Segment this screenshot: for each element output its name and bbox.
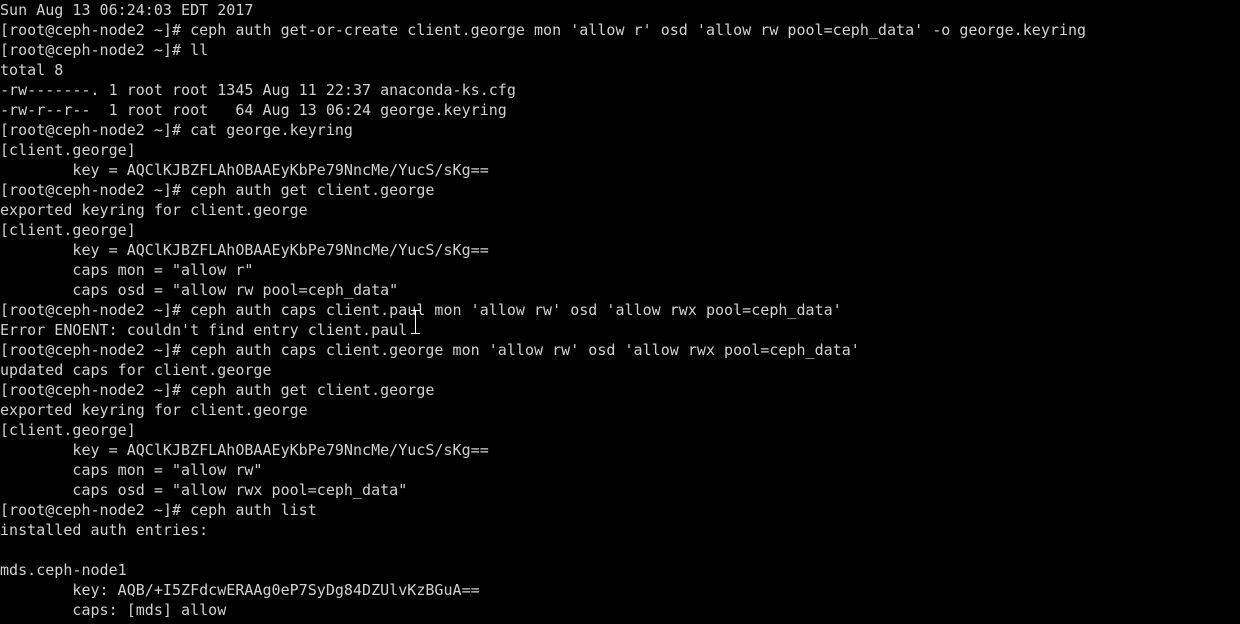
terminal-line: caps osd = "allow rwx pool=ceph_data" — [0, 481, 408, 499]
terminal-line: [root@ceph-node2 ~]# cat george.keyring — [0, 121, 353, 139]
terminal-line: caps mon = "allow r" — [0, 261, 254, 279]
terminal-screen[interactable]: Sun Aug 13 06:24:03 EDT 2017 [root@ceph-n… — [0, 0, 1240, 620]
terminal-line: exported keyring for client.george — [0, 201, 308, 219]
terminal-line: [client.george] — [0, 421, 136, 439]
terminal-line: [root@ceph-node2 ~]# ceph auth caps clie… — [0, 341, 860, 359]
terminal-line: [root@ceph-node2 ~]# ceph auth get clien… — [0, 181, 435, 199]
terminal-line: [root@ceph-node2 ~]# ceph auth get clien… — [0, 381, 435, 399]
terminal-line: [root@ceph-node2 ~]# ceph auth list — [0, 501, 317, 519]
terminal-line: caps: [mds] allow — [0, 601, 227, 619]
terminal-line: -rw-------. 1 root root 1345 Aug 11 22:3… — [0, 81, 516, 99]
terminal-line: key: AQB/+I5ZFdcwERAAg0eP7SyDg84DZUlvKzB… — [0, 581, 480, 599]
terminal-line: updated caps for client.george — [0, 361, 272, 379]
terminal-line: [client.george] — [0, 141, 136, 159]
terminal-line: key = AQClKJBZFLAhOBAAEyKbPe79NncMe/YucS… — [0, 241, 489, 259]
terminal-line: key = AQClKJBZFLAhOBAAEyKbPe79NncMe/YucS… — [0, 441, 489, 459]
terminal-line: caps osd = "allow rw pool=ceph_data" — [0, 281, 399, 299]
terminal-line: Error ENOENT: couldn't find entry client… — [0, 321, 408, 339]
terminal-line: installed auth entries: — [0, 521, 209, 539]
terminal-line: [root@ceph-node2 ~]# ll — [0, 41, 209, 59]
terminal-line: -rw-r--r-- 1 root root 64 Aug 13 06:24 g… — [0, 101, 507, 119]
terminal-line: total 8 — [0, 61, 64, 79]
terminal-line: [root@ceph-node2 ~]# ceph auth caps clie… — [0, 301, 842, 319]
terminal-line: exported keyring for client.george — [0, 401, 308, 419]
terminal-window[interactable]: Sun Aug 13 06:24:03 EDT 2017 [root@ceph-n… — [0, 0, 1240, 624]
terminal-line: caps mon = "allow rw" — [0, 461, 263, 479]
terminal-line: [client.george] — [0, 221, 136, 239]
terminal-line: key = AQClKJBZFLAhOBAAEyKbPe79NncMe/YucS… — [0, 161, 489, 179]
terminal-line: [root@ceph-node2 ~]# ceph auth get-or-cr… — [0, 21, 1087, 39]
terminal-line: Sun Aug 13 06:24:03 EDT 2017 — [0, 1, 254, 19]
terminal-line: mds.ceph-node1 — [0, 561, 127, 579]
